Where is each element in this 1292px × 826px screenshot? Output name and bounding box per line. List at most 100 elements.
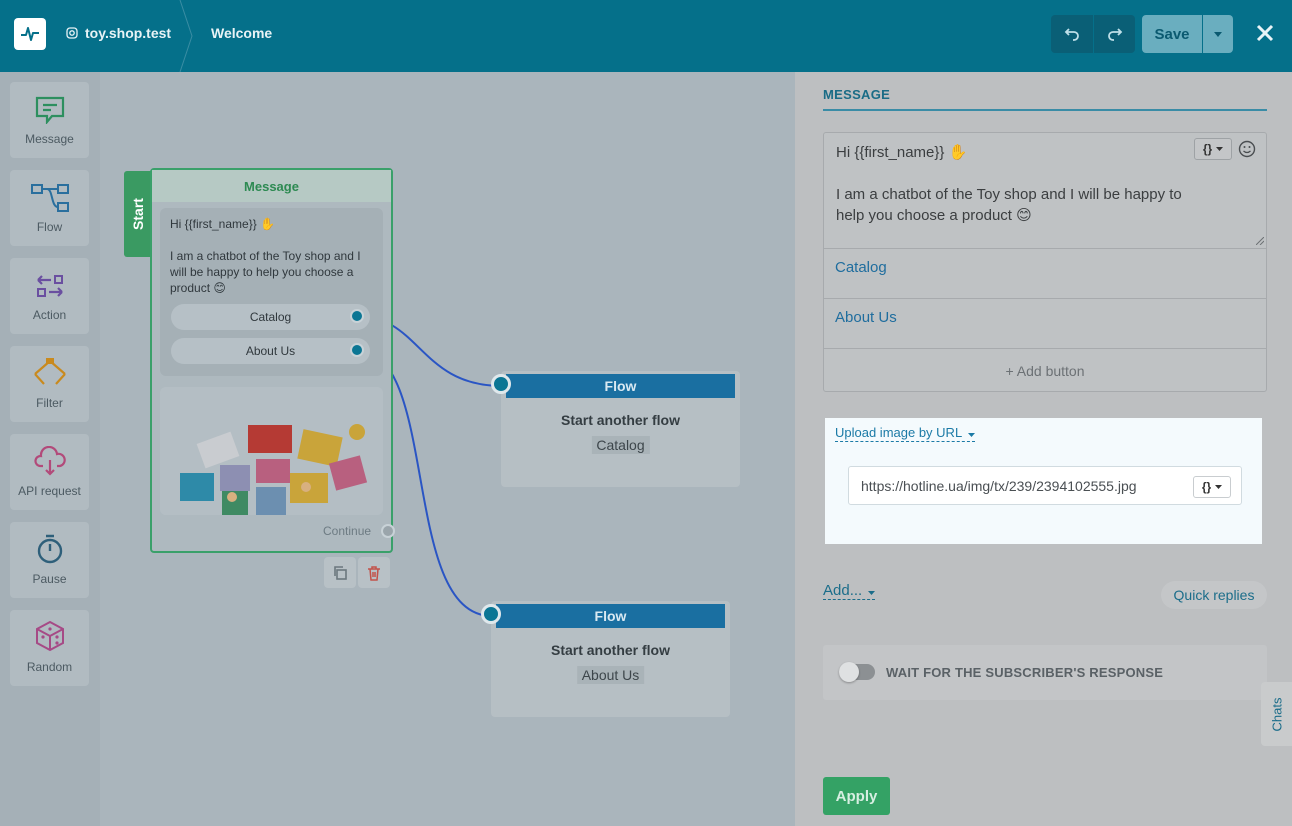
duplicate-button[interactable] [324,557,356,588]
tool-filter[interactable]: Filter [10,346,89,422]
start-label: Start [124,171,152,257]
flow-node-port[interactable] [491,374,511,394]
message-line: I am a chatbot of the Toy shop and I wil… [170,249,361,295]
delete-button[interactable] [358,557,390,588]
tool-flow[interactable]: Flow [10,170,89,246]
chats-tab[interactable]: Chats [1261,682,1292,746]
api-request-icon [33,446,66,476]
breadcrumb-separator [179,0,193,72]
upload-mode-label: Upload image by URL [835,425,962,440]
node-button-catalog[interactable]: Catalog [171,304,370,330]
wait-response-label: WAIT FOR THE SUBSCRIBER'S RESPONSE [886,665,1164,680]
resize-handle-icon[interactable] [1256,237,1264,245]
image-upload-card: Upload image by URL https://hotline.ua/i… [825,418,1262,544]
flow-node-title: Flow [496,604,725,628]
flow-node-about-us[interactable]: Flow Start another flow About Us [481,601,730,717]
toy-bricks-image [160,387,383,515]
tool-label: Message [25,132,74,146]
tool-label: API request [18,484,81,498]
chevron-down-icon [1214,31,1222,37]
add-content-dropdown[interactable]: Add... [823,582,876,600]
tool-label: Filter [36,396,63,410]
tool-api-request[interactable]: API request [10,434,89,510]
tool-message[interactable]: Message [10,82,89,158]
message-node-title: Message [152,170,391,202]
tool-label: Random [26,660,73,674]
flow-node-tag: About Us [576,666,645,684]
message-line: Hi {{first_name}} ✋ [170,217,275,231]
chats-tab-label: Chats [1269,697,1284,731]
tool-label: Pause [32,572,67,586]
flow-node-subtitle: Start another flow [550,642,670,658]
instagram-icon [66,27,78,39]
chevron-down-icon [1215,485,1223,489]
flow-node-title: Flow [506,374,735,398]
message-line: I am a chatbot of the Toy shop and I wil… [836,186,1182,224]
insert-variable-button[interactable]: {} [1194,138,1232,160]
save-options-button[interactable] [1203,15,1233,53]
button-port[interactable] [350,343,364,357]
panel-title-underline [823,109,1267,111]
panel-title: MESSAGE [823,87,891,102]
chevron-down-icon [968,433,976,437]
insert-variable-button[interactable]: {} [1193,476,1231,498]
trash-icon [368,565,380,581]
flow-node-subtitle: Start another flow [560,412,680,428]
flow-node-port[interactable] [481,604,501,624]
apply-button[interactable]: Apply [823,777,890,815]
node-button-about-us[interactable]: About Us [171,338,370,364]
flow-node-tag: Catalog [591,436,650,454]
action-icon [36,275,63,297]
tool-label: Flow [36,220,63,234]
save-button[interactable]: Save [1142,15,1202,53]
variable-icon: {} [1201,480,1212,494]
wait-response-row: WAIT FOR THE SUBSCRIBER'S RESPONSE [823,645,1267,700]
message-line: Hi {{first_name}} ✋ [836,144,968,161]
chevron-down-icon [1216,147,1224,151]
emoji-icon[interactable] [1238,140,1256,158]
message-text: Hi {{first_name}} ✋ I am a chatbot of th… [170,216,375,296]
message-editor: Hi {{first_name}} ✋ I am a chatbot of th… [823,132,1267,392]
quick-replies-button[interactable]: Quick replies [1161,581,1267,609]
block-toolbox: Message Flow Action Filter API request P… [0,72,100,826]
button-port[interactable] [350,309,364,323]
message-node[interactable]: Message Hi {{first_name}} ✋ I am a chatb… [150,168,393,553]
redo-button[interactable] [1094,15,1135,53]
chevron-down-icon [868,591,876,595]
undo-icon [1064,28,1079,41]
account-name: toy.shop.test [85,25,172,41]
breadcrumb-account[interactable]: toy.shop.test [66,25,171,41]
random-icon [35,620,64,652]
breadcrumb-page-title: Welcome [211,25,273,41]
wait-response-toggle[interactable] [839,662,875,682]
message-image [160,387,383,515]
upload-mode-dropdown[interactable]: Upload image by URL [835,425,976,442]
tool-action[interactable]: Action [10,258,89,334]
undo-button[interactable] [1051,15,1093,53]
app-logo-icon[interactable] [14,18,46,50]
flow-icon [30,184,69,212]
message-settings-panel: MESSAGE Hi {{first_name}} ✋ I am a chatb… [795,72,1292,826]
image-url-input[interactable]: https://hotline.ua/img/tx/239/2394102555… [848,466,1242,505]
variable-icon: {} [1202,142,1213,156]
tool-label: Action [32,308,67,322]
close-button[interactable] [1252,20,1278,46]
message-button-catalog[interactable]: Catalog [824,248,1266,298]
copy-icon [334,565,347,580]
add-content-label: Add... [823,582,863,599]
message-icon [35,96,64,124]
continue-port[interactable] [381,524,395,538]
continue-label: Continue [323,524,372,538]
message-button-about-us[interactable]: About Us [824,298,1266,348]
top-bar: toy.shop.test Welcome Save [0,0,1292,72]
add-button[interactable]: + Add button [824,348,1266,392]
message-textarea[interactable]: Hi {{first_name}} ✋ I am a chatbot of th… [836,142,1196,226]
flow-node-catalog[interactable]: Flow Start another flow Catalog [491,371,740,487]
image-url-value: https://hotline.ua/img/tx/239/2394102555… [861,478,1137,494]
pause-icon [37,534,62,564]
close-icon [1256,24,1274,42]
tool-pause[interactable]: Pause [10,522,89,598]
filter-icon [33,358,66,385]
node-toolbar [324,557,390,588]
tool-random[interactable]: Random [10,610,89,686]
